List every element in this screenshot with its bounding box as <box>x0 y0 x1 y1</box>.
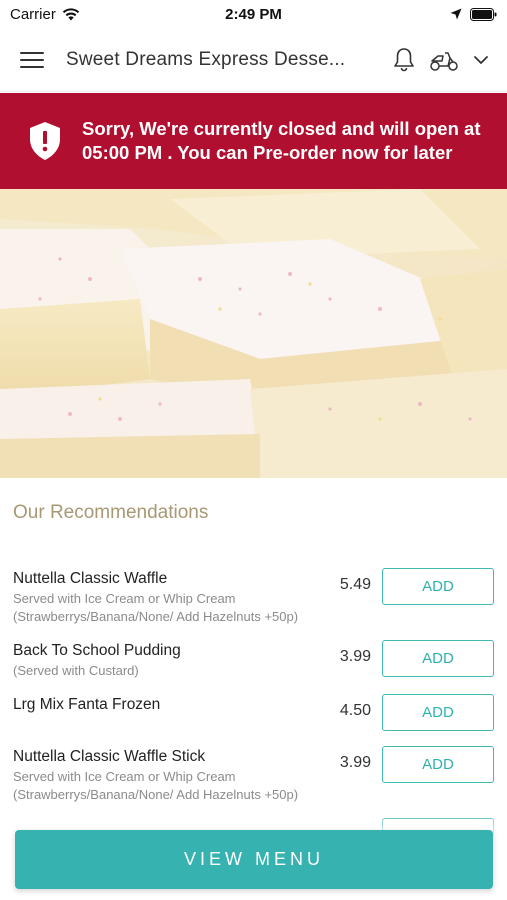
location-arrow-icon <box>450 8 462 20</box>
chevron-down-icon[interactable] <box>473 55 489 65</box>
add-button[interactable]: ADD <box>382 746 494 783</box>
item-name: Back To School Pudding <box>13 642 181 659</box>
item-description: Served with Ice Cream or Whip Cream (Str… <box>13 769 299 802</box>
app-header: Sweet Dreams Express Desse... <box>0 28 507 92</box>
item-price: 4.50 <box>339 702 371 719</box>
item-price: 3.99 <box>339 648 371 665</box>
view-menu-button[interactable]: VIEW MENU <box>15 830 493 889</box>
shield-alert-icon <box>30 122 60 160</box>
closed-banner: Sorry, We're currently closed and will o… <box>0 93 507 189</box>
status-bar: Carrier 2:49 PM <box>0 0 507 28</box>
menu-icon[interactable] <box>20 46 48 74</box>
add-button[interactable]: ADD <box>382 568 494 605</box>
carrier-label: Carrier <box>10 5 56 23</box>
add-button[interactable]: ADD <box>382 694 494 731</box>
item-name: Lrg Mix Fanta Frozen <box>13 696 161 713</box>
store-title: Sweet Dreams Express Desse... <box>66 48 346 70</box>
item-price: 5.49 <box>339 576 371 593</box>
add-button[interactable]: ADD <box>382 640 494 677</box>
delivery-scooter-icon[interactable] <box>429 48 459 72</box>
item-price: 3.99 <box>339 754 371 771</box>
item-description: Served with Ice Cream or Whip Cream (Str… <box>13 591 299 624</box>
item-name: Nuttella Classic Waffle Stick <box>13 748 206 765</box>
closed-message: Sorry, We're currently closed and will o… <box>82 118 481 163</box>
battery-icon <box>470 7 497 21</box>
item-name: Nuttella Classic Waffle <box>13 570 168 587</box>
hero-image <box>0 189 507 478</box>
wifi-icon <box>62 7 80 20</box>
item-description: (Served with Custard) <box>13 663 139 678</box>
bell-icon[interactable] <box>393 47 415 73</box>
recommendations-title: Our Recommendations <box>13 502 209 523</box>
